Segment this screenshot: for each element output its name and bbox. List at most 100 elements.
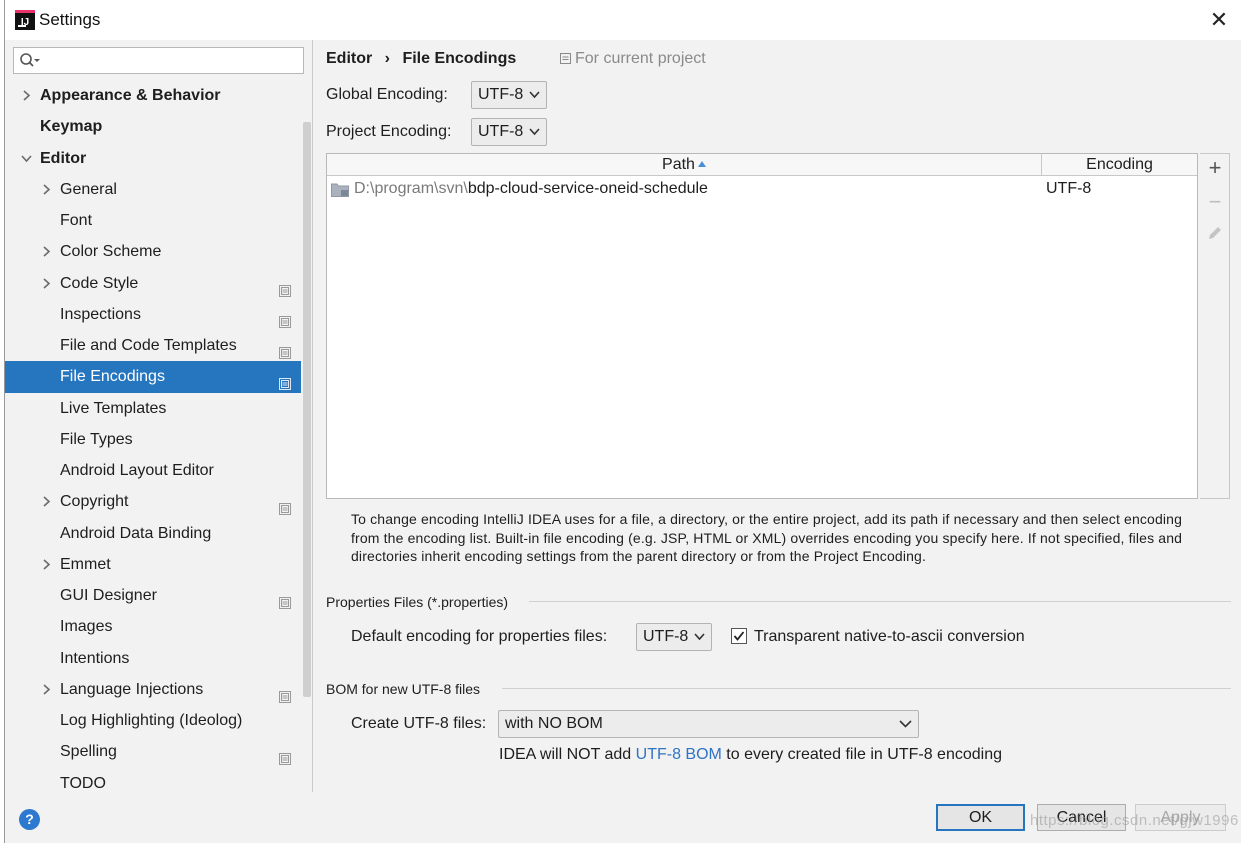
- transparent-ascii-checkbox[interactable]: [731, 628, 747, 644]
- scope-note-text: For current project: [575, 50, 706, 67]
- sidebar-item-label: File and Code Templates: [60, 337, 237, 354]
- sidebar-item[interactable]: Copyright: [5, 486, 301, 517]
- path-encoding-table: Path Encoding D:\program\svn\bdp-cloud-s…: [326, 153, 1198, 499]
- project-scope-icon: [279, 683, 291, 703]
- checkmark-icon: [733, 631, 745, 641]
- sidebar-item[interactable]: Color Scheme: [5, 236, 301, 267]
- sidebar-item[interactable]: Log Highlighting (Ideolog): [5, 705, 301, 736]
- sidebar-item[interactable]: Font: [5, 205, 301, 236]
- bom-section-title: BOM for new UTF-8 files: [326, 681, 481, 697]
- sidebar-item[interactable]: File Types: [5, 424, 301, 455]
- breadcrumb-separator: ›: [384, 50, 390, 67]
- transparent-ascii-label[interactable]: Transparent native-to-ascii conversion: [754, 628, 1025, 646]
- sidebar-item-label: Live Templates: [60, 399, 167, 417]
- utf8-bom-link[interactable]: UTF-8 BOM: [636, 746, 722, 763]
- sidebar-item[interactable]: Inspections: [5, 299, 301, 330]
- properties-default-encoding-label: Default encoding for properties files:: [351, 628, 608, 645]
- create-utf8-label: Create UTF-8 files:: [351, 715, 487, 732]
- file-encodings-panel: Editor › File Encodings For current proj…: [314, 40, 1241, 792]
- table-row[interactable]: D:\program\svn\bdp-cloud-service-oneid-s…: [327, 178, 1197, 200]
- watermark-text: https://blog.csdn.net/gjw1996: [1030, 812, 1239, 829]
- sidebar-item[interactable]: Spelling: [5, 736, 301, 767]
- create-utf8-dropdown[interactable]: with NO BOM: [498, 710, 919, 738]
- project-scope-icon: [279, 745, 291, 766]
- global-encoding-dropdown[interactable]: UTF-8: [471, 81, 547, 109]
- chevron-right-icon[interactable]: [39, 236, 53, 267]
- sort-ascending-icon: [697, 161, 706, 167]
- sidebar-item-label: Appearance & Behavior: [40, 87, 221, 104]
- properties-section-divider: [529, 601, 1231, 602]
- chevron-down-icon[interactable]: [19, 143, 33, 174]
- chevron-right-icon[interactable]: [39, 486, 53, 517]
- chevron-right-icon[interactable]: [39, 674, 53, 705]
- sidebar-item-label: File Types: [60, 430, 133, 448]
- global-encoding-label: Global Encoding:: [326, 86, 448, 103]
- bom-section-divider: [502, 688, 1231, 689]
- sidebar-item[interactable]: File Encodings: [5, 361, 301, 393]
- breadcrumb: Editor › File Encodings: [326, 50, 516, 68]
- bom-note: IDEA will NOT add UTF-8 BOM to every cre…: [499, 746, 1002, 764]
- path-name: bdp-cloud-service-oneid-schedule: [467, 180, 708, 197]
- sidebar-item-label: Copyright: [60, 493, 129, 511]
- breadcrumb-current: File Encodings: [402, 50, 517, 67]
- bom-note-prefix: IDEA will NOT add: [499, 746, 636, 763]
- table-toolbar: + −: [1200, 153, 1230, 499]
- sidebar-item[interactable]: Code Style: [5, 268, 301, 299]
- settings-tree: Appearance & Behavior Keymap Editor General…: [5, 80, 301, 792]
- bom-note-suffix: to every created file in UTF-8 encoding: [721, 746, 1002, 763]
- properties-encoding-dropdown[interactable]: UTF-8: [636, 623, 712, 651]
- add-button[interactable]: +: [1205, 157, 1225, 179]
- sidebar-item[interactable]: General: [5, 174, 301, 205]
- edit-icon: [1209, 227, 1221, 239]
- chevron-right-icon[interactable]: [19, 80, 33, 111]
- sidebar-item[interactable]: Images: [5, 611, 301, 642]
- ok-button[interactable]: OK: [936, 804, 1025, 831]
- folder-icon: [331, 183, 349, 197]
- settings-search-input[interactable]: [13, 47, 304, 74]
- project-encoding-dropdown[interactable]: UTF-8: [471, 118, 547, 146]
- close-button[interactable]: ✕: [1205, 6, 1233, 34]
- sidebar-item-label: GUI Designer: [60, 587, 157, 604]
- edit-button[interactable]: [1205, 224, 1225, 244]
- sidebar-item-label: Emmet: [60, 555, 111, 573]
- sidebar-item[interactable]: Emmet: [5, 549, 301, 580]
- sidebar-item-label: File Encodings: [60, 368, 165, 386]
- sidebar-item-label: Images: [60, 618, 113, 636]
- project-scope-icon: [279, 370, 291, 391]
- sidebar-item[interactable]: GUI Designer: [5, 580, 301, 611]
- search-icon: [20, 53, 40, 67]
- sidebar-item[interactable]: TODO: [5, 768, 301, 793]
- chevron-right-icon[interactable]: [39, 174, 53, 205]
- chevron-down-icon: [899, 720, 912, 728]
- sidebar-item[interactable]: Intentions: [5, 643, 301, 674]
- sidebar-item[interactable]: Editor: [5, 143, 301, 174]
- project-encoding-label: Project Encoding:: [326, 123, 452, 140]
- sidebar-item[interactable]: File and Code Templates: [5, 330, 301, 361]
- chevron-right-icon[interactable]: [39, 549, 53, 580]
- sidebar-scrollbar[interactable]: [301, 80, 312, 697]
- sidebar-item-label: Log Highlighting (Ideolog): [60, 712, 243, 729]
- sidebar-item-label: Code Style: [60, 274, 139, 292]
- column-header-path[interactable]: Path: [327, 154, 1042, 176]
- global-encoding-value: UTF-8: [478, 86, 524, 103]
- sidebar-item-label: TODO: [60, 774, 106, 792]
- remove-button[interactable]: −: [1205, 191, 1225, 213]
- sidebar-item-label: Spelling: [60, 743, 117, 761]
- scope-note: For current project: [560, 50, 706, 68]
- settings-sidebar: Appearance & Behavior Keymap Editor General…: [5, 40, 313, 792]
- sidebar-scroll-thumb[interactable]: [303, 122, 311, 697]
- column-header-encoding[interactable]: Encoding: [1042, 154, 1197, 176]
- sidebar-item[interactable]: Live Templates: [5, 393, 301, 424]
- sidebar-item[interactable]: Keymap: [5, 111, 301, 142]
- create-utf8-value: with NO BOM: [505, 715, 603, 732]
- sidebar-item[interactable]: Android Data Binding: [5, 518, 301, 549]
- path-cell: D:\program\svn\bdp-cloud-service-oneid-s…: [354, 180, 708, 198]
- sidebar-item[interactable]: Android Layout Editor: [5, 455, 301, 486]
- sidebar-item[interactable]: Appearance & Behavior: [5, 80, 301, 111]
- project-scope-icon: [279, 308, 291, 328]
- project-scope-icon: [279, 339, 291, 359]
- chevron-right-icon[interactable]: [39, 268, 53, 299]
- properties-section-title: Properties Files (*.properties): [326, 594, 509, 610]
- sidebar-item[interactable]: Language Injections: [5, 674, 301, 705]
- help-button[interactable]: ?: [19, 809, 40, 830]
